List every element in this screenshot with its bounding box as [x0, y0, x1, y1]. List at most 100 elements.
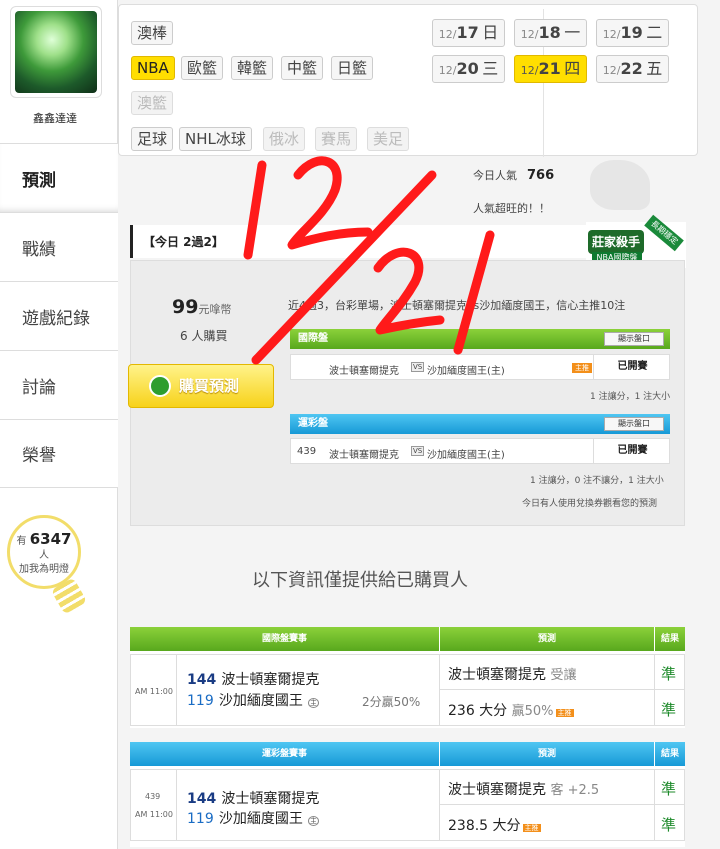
date-prefix: 12/ — [438, 28, 457, 41]
sidebar-item-predict[interactable]: 預測 — [0, 143, 118, 212]
team-line-2: 119 沙加緬度國王 主 — [187, 690, 319, 710]
team-number: 144 — [187, 672, 217, 688]
away-team: 沙加緬度國王(主) — [427, 366, 505, 377]
prediction-1: 波士頓塞爾提克 受讓 — [448, 664, 576, 684]
date-prefix: 12/ — [602, 28, 621, 41]
intl-panel-title: 國際盤 — [298, 333, 328, 344]
teams-cell: 144 波士頓塞爾提克 119 沙加緬度國王 主 2分贏50% — [176, 654, 440, 726]
buy-prediction-button[interactable]: 購買預測 — [128, 364, 274, 408]
teams-cell: 144 波士頓塞爾提克 119 沙加緬度國王 主 — [176, 769, 440, 841]
date-weekday: 日 — [482, 23, 499, 42]
away-team: 沙加緬度國王(主) — [427, 450, 505, 461]
prediction-intro: 近4過3，台彩單場，波士頓塞爾提克vs沙加緬度國王，信心主推10注 — [288, 299, 626, 312]
prediction-2: 236 大分 贏50% 主推 — [448, 700, 574, 720]
avatar-frame[interactable] — [10, 6, 102, 98]
date-weekday: 五 — [646, 59, 663, 78]
sidebar-item-record[interactable]: 戰績 — [0, 212, 118, 281]
match-status: 已開賽 — [593, 354, 671, 380]
cat-cn-bball[interactable]: 中籃 — [281, 56, 324, 80]
cat-horse: 賽馬 — [315, 127, 358, 151]
date-prefix: 12/ — [438, 64, 457, 77]
sidebar-item-honor[interactable]: 榮譽 — [0, 419, 118, 488]
prediction-2: 238.5 大分 主推 — [448, 815, 541, 835]
sidebar-item-discuss[interactable]: 討論 — [0, 350, 118, 419]
prediction-total: 238.5 大分 — [448, 818, 521, 834]
date-tab-1219[interactable]: 12/19 二 — [596, 19, 669, 47]
sidebar-item-game-log[interactable]: 遊戲紀錄 — [0, 281, 118, 350]
show-odds-button[interactable]: 顯示盤口 — [604, 417, 664, 431]
page-root: 鑫鑫達達 預測 戰績 遊戲紀錄 討論 榮譽 有 6347 人 加我為明燈 澳棒 … — [0, 0, 720, 849]
popularity-label: 今日人氣 — [473, 169, 517, 182]
cat-nhl[interactable]: NHL冰球 — [179, 127, 252, 151]
vs-badge: VS — [411, 446, 425, 456]
date-tab-1221[interactable]: 12/21 四 — [514, 55, 587, 83]
intl-match-row: 波士頓塞爾提克 VS 沙加緬度國王(主) 主推 已開賽 — [290, 354, 670, 380]
sidebar-item-label: 遊戲紀錄 — [22, 308, 90, 329]
cat-euro-bball[interactable]: 歐籃 — [181, 56, 224, 80]
result-cell-1: 準 — [654, 654, 685, 690]
today-heading-text: 【今日 2過2】 — [143, 235, 224, 249]
main-pick-tag: 主推 — [572, 363, 592, 373]
match-status: 已開賽 — [593, 438, 671, 464]
result-cell-2: 準 — [654, 804, 685, 841]
cat-aus-bball: 澳籃 — [131, 91, 174, 115]
handicap-line: 2分贏50% — [362, 695, 421, 709]
main-pick-tag: 主推 — [522, 824, 541, 832]
result-mark: 準 — [661, 665, 677, 683]
cat-jp-bball[interactable]: 日籃 — [331, 56, 374, 80]
date-tab-1217[interactable]: 12/17 日 — [432, 19, 505, 47]
team-line-1: 144 波士頓塞爾提克 — [187, 669, 319, 689]
match-number: 439 — [145, 792, 161, 801]
main-pick-tag: 主推 — [555, 709, 574, 717]
match-number: 439 — [297, 446, 317, 457]
sport-match-row: 439 波士頓塞爾提克 VS 沙加緬度國王(主) 已開賽 — [290, 438, 670, 464]
bulb-suffix: 人 — [39, 550, 49, 561]
prediction-cell-1: 波士頓塞爾提克 受讓 — [439, 654, 655, 690]
home-team: 波士頓塞爾提克 — [329, 366, 399, 377]
prediction-team: 波士頓塞爾提克 — [448, 667, 546, 683]
home-team: 波士頓塞爾提克 — [329, 450, 399, 461]
cat-soccer[interactable]: 足球 — [131, 127, 174, 151]
bulb-prefix: 有 — [16, 536, 27, 547]
match-time-cell: 439 AM 11:00 — [130, 769, 177, 841]
sidebar-item-label: 榮譽 — [22, 446, 56, 466]
date-day: 20 — [456, 59, 479, 78]
cat-nba[interactable]: NBA — [131, 56, 175, 80]
badge-ribbon: 長期穩定 — [644, 214, 684, 252]
category-panel: 澳棒 NBA 歐籃 韓籃 中籃 日籃 澳籃 足球 NHL冰球 俄冰 賽馬 美足 … — [118, 4, 698, 157]
buyer-count: 6 人購買 — [180, 329, 228, 343]
sport-result-table: 運彩盤賽事 預測 結果 439 AM 11:00 144 波士頓塞爾提克 119… — [130, 742, 685, 847]
result-mark: 準 — [661, 701, 677, 719]
buyer-only-title: 以下資訊僅提供給已購買人 — [252, 570, 468, 591]
date-prefix: 12/ — [520, 28, 539, 41]
table-header-match: 運彩盤賽事 — [130, 742, 439, 766]
prediction-cell-2: 238.5 大分 主推 — [439, 804, 655, 841]
date-tab-1218[interactable]: 12/18 一 — [514, 19, 587, 47]
cat-kr-bball[interactable]: 韓籃 — [231, 56, 274, 80]
date-tab-1222[interactable]: 12/22 五 — [596, 55, 669, 83]
result-cell-2: 準 — [654, 689, 685, 726]
popularity-note: 人氣超旺的！！ — [473, 202, 550, 215]
table-header-result: 結果 — [655, 627, 685, 651]
intl-panel-header: 國際盤 顯示盤口 — [290, 329, 670, 349]
show-odds-button[interactable]: 顯示盤口 — [604, 332, 664, 346]
sidebar-item-label: 戰績 — [22, 239, 56, 260]
team-line-1: 144 波士頓塞爾提克 — [187, 788, 319, 808]
result-cell-1: 準 — [654, 769, 685, 805]
table-header-prediction: 預測 — [440, 742, 654, 766]
date-weekday: 一 — [564, 23, 581, 42]
date-day: 19 — [620, 23, 643, 42]
date-tab-1220[interactable]: 12/20 三 — [432, 55, 505, 83]
prediction-total: 236 大分 — [448, 703, 508, 719]
cat-aus-baseball[interactable]: 澳棒 — [131, 21, 174, 45]
badge-title: 莊家殺手 — [588, 230, 644, 254]
prediction-team: 波士頓塞爾提克 — [448, 782, 546, 798]
team-number: 144 — [187, 791, 217, 807]
team-name: 沙加緬度國王 — [218, 811, 303, 827]
date-weekday: 四 — [564, 59, 581, 78]
avatar[interactable] — [15, 11, 97, 93]
intl-result-table: 國際盤賽事 預測 結果 AM 11:00 144 波士頓塞爾提克 119 沙加緬… — [130, 627, 685, 728]
table-header-match: 國際盤賽事 — [130, 627, 439, 651]
follower-count: 6347 — [29, 530, 72, 548]
user-name[interactable]: 鑫鑫達達 — [0, 110, 110, 126]
